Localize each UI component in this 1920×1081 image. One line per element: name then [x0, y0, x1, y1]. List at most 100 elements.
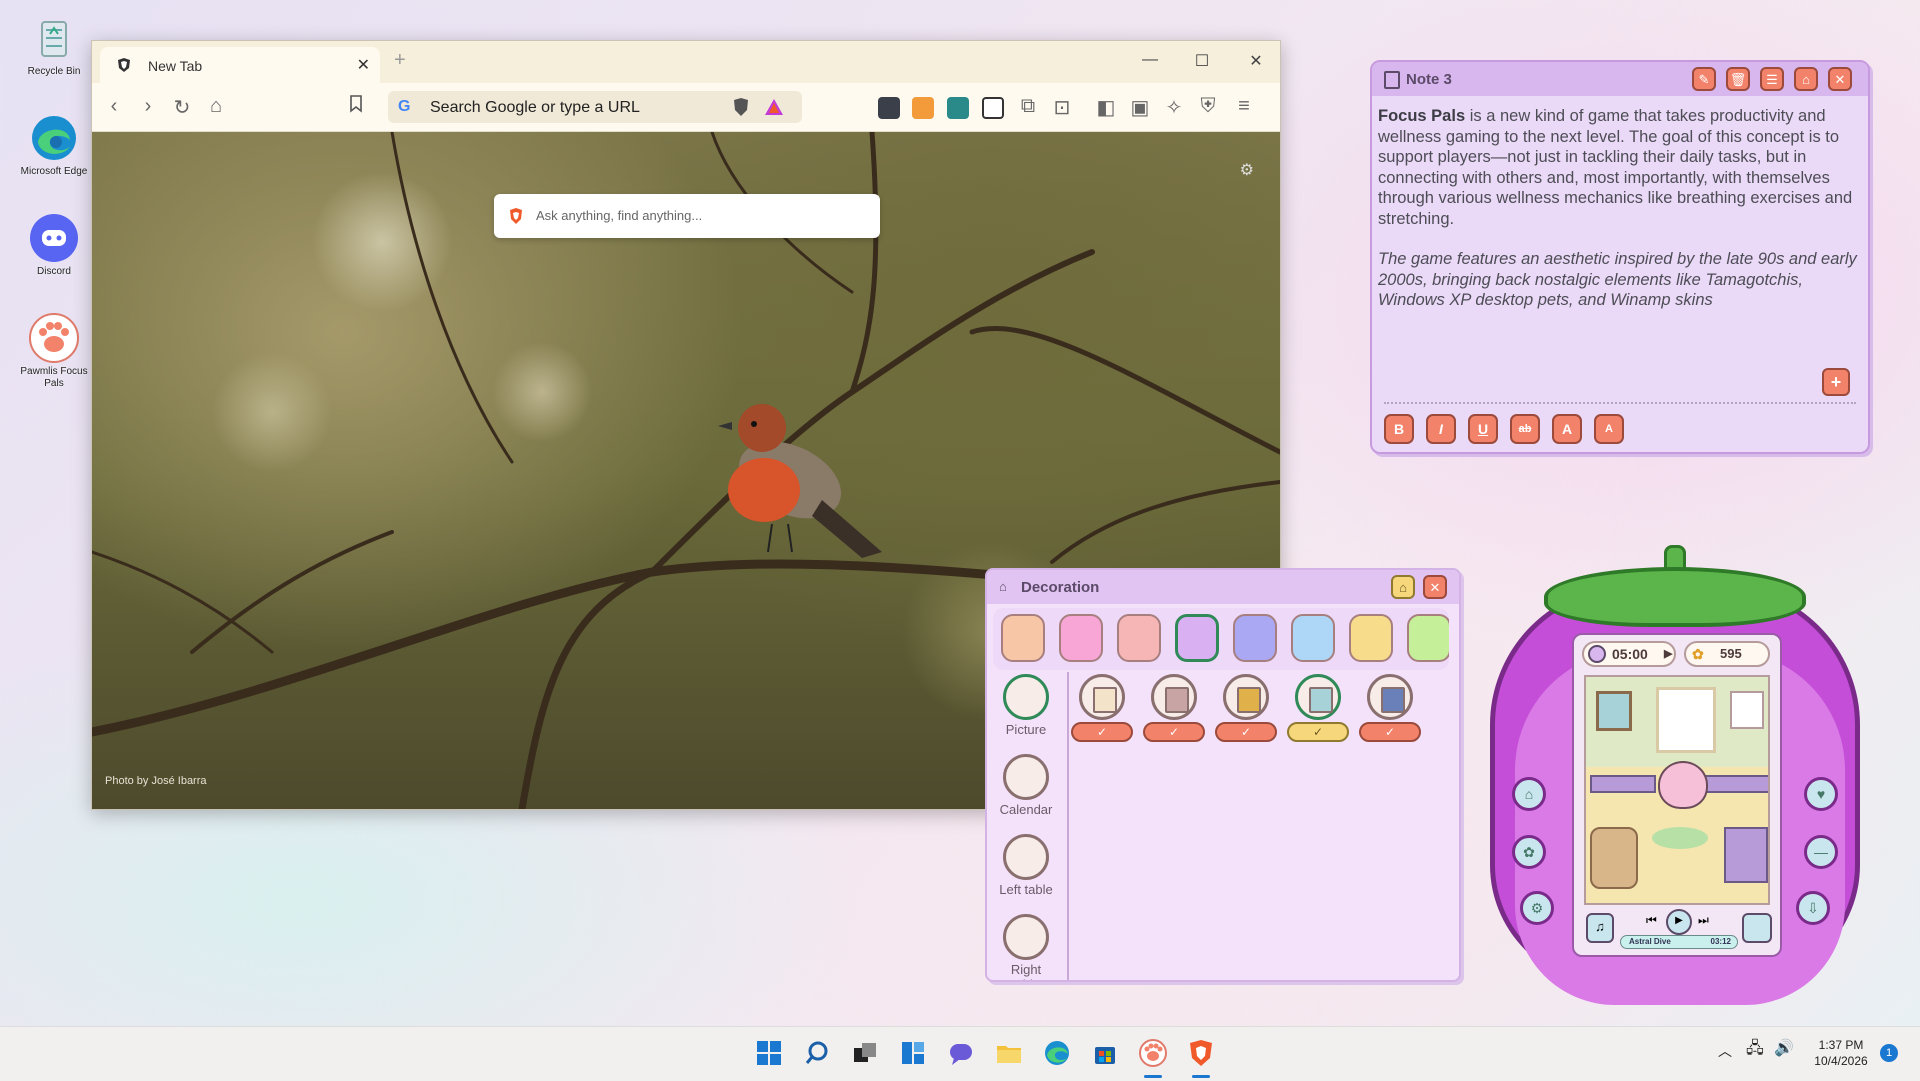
- close-window-button[interactable]: ✕: [1246, 51, 1266, 71]
- list-button[interactable]: ☰: [1760, 67, 1784, 91]
- puzzle-icon[interactable]: ⧉: [1016, 95, 1040, 118]
- edge-icon[interactable]: [1042, 1038, 1072, 1068]
- decoration-item-selected[interactable]: ✓: [1287, 674, 1349, 742]
- network-icon[interactable]: 🖧: [1746, 1041, 1764, 1057]
- apply-button[interactable]: ✓: [1359, 722, 1421, 742]
- pet-character[interactable]: [1658, 761, 1708, 809]
- add-note-button[interactable]: +: [1822, 368, 1850, 396]
- note-close-button[interactable]: ✕: [1828, 67, 1852, 91]
- desktop-icon-focus-pals[interactable]: Pawmlis Focus Pals: [14, 312, 94, 390]
- store-icon[interactable]: [1090, 1038, 1120, 1068]
- previous-track-icon[interactable]: ⏮: [1646, 913, 1657, 928]
- color-swatch[interactable]: [1117, 614, 1161, 662]
- color-swatch[interactable]: [1291, 614, 1335, 662]
- timer-display[interactable]: 05:00 ▶: [1582, 641, 1676, 667]
- bold-button[interactable]: B: [1384, 414, 1414, 444]
- windows-start-icon[interactable]: [754, 1038, 784, 1068]
- widgets-icon[interactable]: [898, 1038, 928, 1068]
- reload-icon[interactable]: ↻: [170, 95, 194, 120]
- pet-care-icon[interactable]: [1742, 913, 1772, 943]
- leo-ai-icon[interactable]: ✧: [1162, 95, 1186, 120]
- increase-font-button[interactable]: A: [1552, 414, 1582, 444]
- decoration-item[interactable]: ✓: [1215, 674, 1277, 742]
- pin-button[interactable]: ⌂: [1794, 67, 1818, 91]
- italic-button[interactable]: I: [1426, 414, 1456, 444]
- apply-button[interactable]: ✓: [1143, 722, 1205, 742]
- bird: [718, 404, 882, 558]
- desktop-icon-edge[interactable]: Microsoft Edge: [14, 112, 94, 178]
- extension-icon[interactable]: [982, 97, 1004, 119]
- desktop-icon-recycle-bin[interactable]: Recycle Bin: [14, 12, 94, 78]
- color-swatch[interactable]: [1001, 614, 1045, 662]
- chat-icon[interactable]: [946, 1038, 976, 1068]
- extension-icon[interactable]: [878, 97, 900, 119]
- play-icon[interactable]: ▶: [1664, 643, 1672, 665]
- paw-icon[interactable]: [1138, 1038, 1168, 1068]
- category-calendar[interactable]: Calendar: [995, 754, 1057, 817]
- pet-room[interactable]: [1584, 675, 1770, 905]
- apply-button[interactable]: ✓: [1215, 722, 1277, 742]
- decoration-close-button[interactable]: ✕: [1423, 575, 1447, 599]
- color-swatch[interactable]: [1233, 614, 1277, 662]
- tab-new-tab[interactable]: New Tab ✕: [100, 47, 380, 83]
- color-swatch[interactable]: [1349, 614, 1393, 662]
- volume-icon[interactable]: 🔊: [1774, 1041, 1794, 1057]
- new-tab-button[interactable]: +: [394, 49, 406, 72]
- music-icon[interactable]: ♫: [1586, 913, 1614, 943]
- strawberry-leaf: [1544, 567, 1806, 627]
- desktop-icon-discord[interactable]: Discord: [14, 212, 94, 278]
- minimize-icon[interactable]: —: [1804, 835, 1838, 869]
- breathing-icon[interactable]: ✿: [1512, 835, 1546, 869]
- download-icon[interactable]: ⇩: [1796, 891, 1830, 925]
- pin-button[interactable]: ⌂: [1391, 575, 1415, 599]
- back-icon[interactable]: ‹: [102, 95, 126, 118]
- delete-button[interactable]: 🗑: [1726, 67, 1750, 91]
- color-swatch-selected[interactable]: [1175, 614, 1219, 662]
- search-icon[interactable]: [802, 1038, 832, 1068]
- brave-shields-icon[interactable]: [732, 97, 750, 122]
- shop-icon[interactable]: ⌂: [1512, 777, 1546, 811]
- apply-button-selected[interactable]: ✓: [1287, 722, 1349, 742]
- decoration-item[interactable]: ✓: [1143, 674, 1205, 742]
- customize-gear-icon[interactable]: ⚙: [1240, 160, 1254, 180]
- edit-button[interactable]: ✎: [1692, 67, 1716, 91]
- strikethrough-button[interactable]: ab: [1510, 414, 1540, 444]
- next-track-icon[interactable]: ⏭: [1698, 913, 1709, 928]
- color-swatch[interactable]: [1059, 614, 1103, 662]
- decoration-item[interactable]: ✓: [1359, 674, 1421, 742]
- vpn-icon[interactable]: ⛨: [1196, 95, 1220, 118]
- notification-badge[interactable]: 1: [1880, 1044, 1898, 1062]
- category-left-table[interactable]: Left table: [995, 834, 1057, 897]
- wallet-icon[interactable]: ▣: [1128, 95, 1152, 120]
- bookmark-icon[interactable]: [344, 95, 368, 119]
- category-picture[interactable]: Picture: [995, 674, 1057, 737]
- clock[interactable]: 1:37 PM 10/4/2026: [1806, 1037, 1876, 1069]
- file-explorer-icon[interactable]: [994, 1038, 1024, 1068]
- metamask-icon[interactable]: [912, 97, 934, 119]
- color-swatch[interactable]: [1407, 614, 1449, 662]
- play-pause-icon[interactable]: ▶: [1666, 909, 1692, 935]
- category-right-table[interactable]: Right table: [995, 914, 1057, 980]
- task-view-icon[interactable]: [850, 1038, 880, 1068]
- menu-icon[interactable]: ≡: [1232, 95, 1256, 118]
- show-hidden-icons-chevron[interactable]: ︿: [1718, 1043, 1732, 1059]
- sidebar-icon[interactable]: ◧: [1094, 95, 1118, 120]
- heart-icon[interactable]: ♥: [1804, 777, 1838, 811]
- maximize-button[interactable]: ☐: [1192, 51, 1212, 71]
- decoration-item[interactable]: ✓: [1071, 674, 1133, 742]
- address-bar[interactable]: G Search Google or type a URL: [388, 91, 802, 123]
- apply-button[interactable]: ✓: [1071, 722, 1133, 742]
- brave-browser-icon[interactable]: [1186, 1038, 1216, 1068]
- settings-gear-icon[interactable]: ⚙: [1520, 891, 1554, 925]
- screenshot-icon[interactable]: ⊡: [1050, 95, 1074, 120]
- search-box[interactable]: Ask anything, find anything...: [494, 194, 880, 238]
- tab-close-button[interactable]: ✕: [357, 55, 370, 75]
- home-icon[interactable]: ⌂: [204, 95, 228, 118]
- extension-icon[interactable]: [947, 97, 969, 119]
- brave-rewards-icon[interactable]: [764, 97, 784, 122]
- note-content[interactable]: Focus Pals is a new kind of game that ta…: [1378, 106, 1862, 311]
- forward-icon[interactable]: ›: [136, 95, 160, 118]
- minimize-button[interactable]: —: [1140, 51, 1160, 69]
- decrease-font-button[interactable]: A: [1594, 414, 1624, 444]
- underline-button[interactable]: U: [1468, 414, 1498, 444]
